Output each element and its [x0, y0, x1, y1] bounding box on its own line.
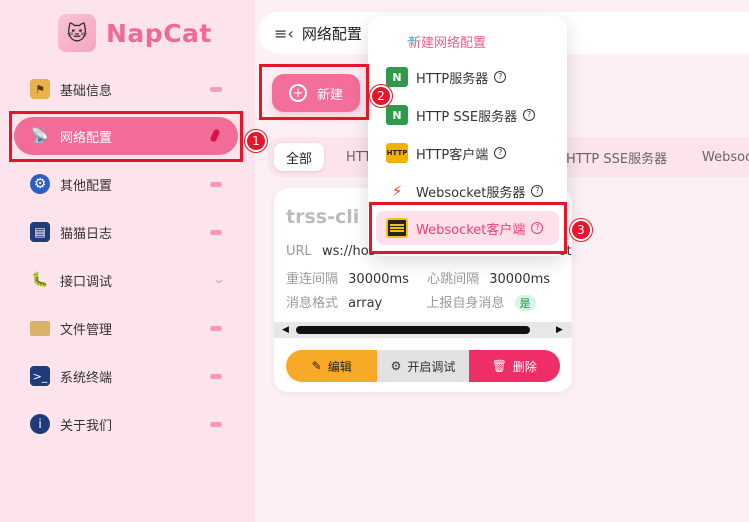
nav-indicator	[210, 422, 222, 427]
sidebar-item-label: 文件管理	[60, 322, 113, 338]
nav-indicator	[209, 128, 221, 143]
node-icon: N	[386, 67, 408, 87]
nav-indicator	[210, 374, 222, 379]
page-title: 网络配置	[301, 24, 362, 43]
broadcast-icon: 📡	[31, 128, 49, 144]
plus-icon: +	[406, 33, 418, 49]
new-button-label: 新建	[316, 87, 343, 103]
card-title: trss-cli	[286, 206, 360, 228]
tab-websocket[interactable]: Websocket	[702, 143, 749, 171]
brand-name: NapCat	[106, 18, 212, 48]
edit-label: 编辑	[327, 359, 352, 374]
info-icon: i	[30, 414, 50, 434]
help-icon[interactable]: ?	[494, 71, 507, 83]
new-config-dropdown: + 新建网络配置 N HTTP服务器 ? N HTTP SSE服务器 ? HTT…	[368, 16, 567, 256]
chevron-down-icon[interactable]: ⌄	[212, 272, 226, 286]
sidebar-item-network-config[interactable]: 📡 网络配置	[14, 117, 238, 155]
sidebar-item-label: 关于我们	[60, 418, 113, 434]
edit-button[interactable]: ✎ 编辑	[286, 350, 378, 382]
sidebar-item-basic-info[interactable]: ⚑ 基础信息	[14, 70, 238, 108]
menu-item-label: Websocket服务器	[416, 185, 526, 201]
pencil-icon: ✎	[311, 359, 322, 373]
websocket-server-icon: ⚡	[391, 182, 403, 200]
dropdown-header-label: 新建网络配置	[408, 35, 487, 51]
sidebar-item-about-us[interactable]: i 关于我们	[14, 405, 238, 443]
tab-all[interactable]: 全部	[274, 143, 325, 171]
nav-indicator	[210, 87, 222, 92]
signpost-icon: ⚑	[30, 79, 50, 99]
url-label: URL	[286, 244, 312, 259]
nav-indicator	[210, 230, 222, 235]
menu-item-label: HTTP SSE服务器	[416, 109, 518, 125]
debug-label: 开启调试	[407, 359, 456, 374]
horizontal-scrollbar[interactable]: ◀ ▶	[274, 322, 572, 338]
nav-indicator	[210, 326, 222, 331]
menu-item-label: HTTP服务器	[416, 71, 489, 87]
delete-button[interactable]: 🗑 删除	[468, 350, 560, 382]
http-client-icon: HTTP	[386, 143, 408, 163]
step-badge-3: 3	[570, 219, 592, 241]
websocket-client-icon	[386, 218, 408, 238]
sidebar-item-other-config[interactable]: ⚙ 其他配置	[14, 165, 238, 203]
card-actions: ✎ 编辑 ⚙ 开启调试 🗑 删除	[286, 350, 560, 382]
menu-item-label: HTTP客户端	[416, 147, 489, 163]
scrollbar-thumb[interactable]	[296, 326, 530, 334]
sidebar-item-label: 系统终端	[60, 370, 113, 386]
trash-icon: 🗑	[491, 359, 507, 373]
menu-item-label: Websocket客户端	[416, 222, 526, 238]
reconnect-label: 重连间隔	[286, 272, 339, 287]
new-config-button[interactable]: + 新建	[272, 74, 360, 112]
sidebar-item-label: 其他配置	[60, 178, 113, 194]
log-book-icon: ▤	[30, 222, 50, 242]
menu-item-http-client[interactable]: HTTP HTTP客户端 ?	[376, 136, 559, 170]
report-self-badge: 是	[514, 295, 536, 311]
heartbeat-label: 心跳间隔	[427, 272, 480, 287]
sidebar: 🐱 NapCat ⚑ 基础信息 📡 网络配置 ⚙ 其他配置 ▤ 猫猫日志 🐛 接…	[0, 0, 255, 522]
help-icon[interactable]: ?	[494, 147, 507, 159]
interval-row: 重连间隔 30000ms 心跳间隔 30000ms	[286, 268, 550, 287]
report-self-label: 上报自身消息	[426, 296, 505, 311]
scroll-right-icon[interactable]: ▶	[556, 325, 563, 335]
format-value: array	[348, 296, 383, 311]
help-icon[interactable]: ?	[531, 185, 544, 197]
gear-icon: ⚙	[30, 174, 50, 194]
sidebar-item-label: 网络配置	[60, 130, 113, 146]
node-icon: N	[386, 105, 408, 125]
help-icon[interactable]: ?	[523, 109, 536, 121]
sidebar-item-cat-logs[interactable]: ▤ 猫猫日志	[14, 213, 238, 251]
nav-indicator	[210, 182, 222, 187]
menu-item-websocket-client[interactable]: Websocket客户端 ?	[376, 211, 559, 245]
heartbeat-value: 30000ms	[489, 272, 551, 287]
plus-circle-icon: +	[288, 84, 307, 102]
sidebar-item-label: 基础信息	[60, 83, 113, 99]
step-badge-1: 1	[245, 130, 267, 152]
terminal-icon: >_	[30, 366, 50, 386]
bug-small-icon: ⚙	[390, 359, 402, 373]
dropdown-header: + 新建网络配置	[376, 24, 559, 58]
format-row: 消息格式 array 上报自身消息 是	[286, 292, 536, 311]
delete-label: 删除	[512, 359, 537, 374]
menu-item-websocket-server[interactable]: ⚡ Websocket服务器 ?	[376, 174, 559, 208]
enable-debug-button[interactable]: ⚙ 开启调试	[377, 350, 469, 382]
sidebar-item-system-terminal[interactable]: >_ 系统终端	[14, 357, 238, 395]
sidebar-item-label: 接口调试	[60, 274, 113, 290]
scroll-left-icon[interactable]: ◀	[282, 325, 289, 335]
brand: 🐱 NapCat	[58, 14, 212, 52]
help-icon[interactable]: ?	[531, 222, 544, 234]
sidebar-item-label: 猫猫日志	[60, 226, 113, 242]
tab-http-sse-server[interactable]: HTTP SSE服务器	[566, 143, 667, 171]
step-badge-2: 2	[370, 85, 392, 107]
format-label: 消息格式	[286, 296, 339, 311]
sidebar-item-api-debug[interactable]: 🐛 接口调试 ⌄	[14, 261, 238, 299]
menu-collapse-icon[interactable]: ≡‹	[274, 24, 294, 43]
menu-item-http-sse-server[interactable]: N HTTP SSE服务器 ?	[376, 98, 559, 132]
folder-icon	[30, 320, 50, 336]
napcat-avatar-icon: 🐱	[58, 14, 96, 52]
reconnect-value: 30000ms	[348, 272, 409, 287]
menu-item-http-server[interactable]: N HTTP服务器 ?	[376, 60, 559, 94]
bug-icon: 🐛	[31, 272, 49, 288]
sidebar-item-file-manager[interactable]: 文件管理	[14, 309, 238, 347]
